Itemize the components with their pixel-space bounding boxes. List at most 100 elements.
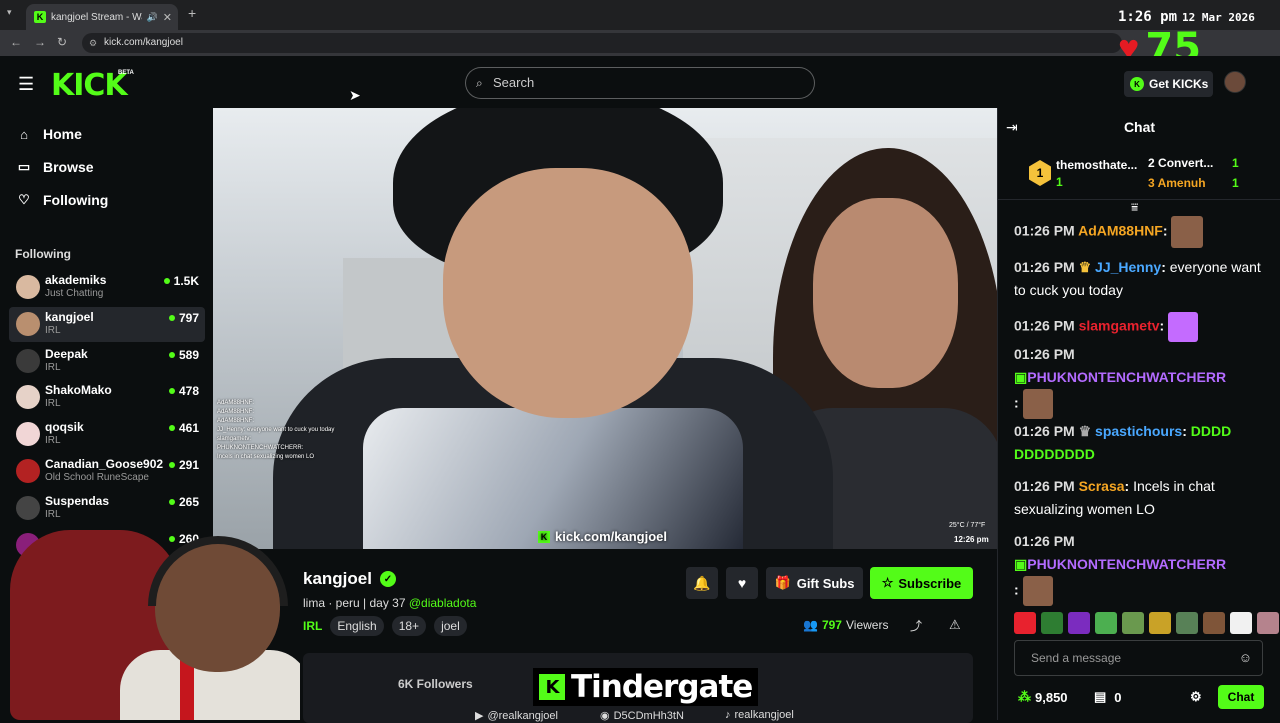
emote-icon[interactable] [1176, 612, 1198, 634]
emote-icon [1022, 389, 1053, 419]
tag[interactable]: 18+ [391, 616, 427, 636]
viewer-count: 1.5K [163, 274, 199, 288]
menu-icon[interactable]: ☰ [18, 74, 34, 95]
message-user[interactable]: AdAM88HNF [1078, 223, 1163, 239]
rank-badge: 1 [1029, 160, 1051, 186]
kicks-balance-value: 9,850 [1035, 689, 1068, 705]
notification-button[interactable]: 🔔 [686, 567, 718, 599]
live-dot-icon [168, 351, 175, 358]
message-user[interactable]: spastichours [1095, 423, 1182, 439]
emote-icon[interactable] [1203, 612, 1225, 634]
share-icon[interactable]: ⤴ [910, 617, 922, 634]
leader-top-user[interactable]: themosthate... [1056, 158, 1137, 172]
viewer-count: 589 [168, 348, 199, 362]
video-man-jersey [363, 408, 743, 549]
stream-title-mention[interactable]: @diabladota [409, 596, 477, 610]
leader-third[interactable]: 3 Amenuh [1148, 176, 1206, 190]
emote-icon[interactable] [1122, 612, 1144, 634]
reload-icon[interactable]: ↻ [57, 35, 67, 49]
social-youtube[interactable]: ▶ @realkangjoel [475, 709, 558, 723]
search-placeholder: Search [493, 75, 535, 90]
overlay-chat-line: PHUKNONTENCHWATCHERR: [217, 445, 304, 451]
message-time: 01:26 PM [1014, 222, 1075, 239]
collapse-chat-icon[interactable]: ⇥ [1006, 119, 1018, 136]
get-kicks-button[interactable]: K Get KICKs [1124, 71, 1213, 97]
channel-name[interactable]: kangjoel ✓ [303, 569, 396, 589]
avatar [16, 422, 40, 447]
leader-second[interactable]: 2 Convert... [1148, 156, 1213, 170]
clock-date: 12 Mar 2026 [1182, 11, 1255, 24]
site-info-icon[interactable]: ⚙ [89, 33, 97, 53]
tag[interactable]: joel [434, 616, 467, 636]
emote-icon[interactable] [1068, 612, 1090, 634]
tab-audio-icon[interactable]: 🔊 [147, 12, 158, 23]
emote-icon[interactable] [1149, 612, 1171, 634]
kicks-balance[interactable]: ⁂ 9,850 [1018, 689, 1068, 705]
video-player[interactable]: AdAM88HNF: AdAM88HNF: AdAM88HNF: JJ_Henn… [213, 108, 997, 549]
user-avatar[interactable] [1224, 71, 1246, 93]
emote-icon[interactable] [1257, 612, 1279, 634]
message-user[interactable]: JJ_Henny [1095, 259, 1161, 275]
report-icon[interactable]: ⚠ [949, 617, 961, 633]
back-icon[interactable]: ← [10, 35, 22, 49]
browse-icon: ▭ [17, 159, 31, 174]
message-user[interactable]: Scrasa [1079, 478, 1125, 494]
get-kicks-label: Get KICKs [1149, 77, 1209, 91]
kick-favicon-icon: K [34, 11, 46, 23]
viewer-count: 291 [168, 458, 199, 472]
emote-icon[interactable] [1041, 612, 1063, 634]
emote-icon[interactable] [1014, 612, 1036, 634]
emote-icon[interactable] [1230, 612, 1252, 634]
nav-following[interactable]: ♡ Following [17, 192, 108, 208]
gift-subs-button[interactable]: 🎁 Gift Subs [766, 567, 863, 599]
emote-icon[interactable] [1095, 612, 1117, 634]
new-tab-button[interactable]: + [188, 5, 196, 21]
kick-logo[interactable]: KICK [51, 68, 128, 103]
channel-category: IRL [45, 324, 61, 336]
message-user[interactable]: slamgametv [1079, 318, 1160, 334]
chat-title: Chat [1123, 119, 1156, 135]
sidebar-channel-canadian_goose902[interactable]: Canadian_Goose902 Old School RuneScape 291 [9, 454, 205, 489]
message-user[interactable]: PHUKNONTENCHWATCHERR [1027, 556, 1226, 572]
message-user[interactable]: PHUKNONTENCHWATCHERR [1027, 369, 1226, 385]
send-chat-button[interactable]: Chat [1218, 685, 1264, 709]
chat-message-input[interactable]: Send a message ☺ [1014, 640, 1263, 676]
url-field[interactable]: ⚙ kick.com/kangjoel [82, 33, 1122, 53]
tag[interactable]: English [330, 616, 384, 636]
live-dot-icon [168, 388, 175, 395]
sidebar-channel-qoqsik[interactable]: qoqsik IRL 461 [9, 417, 205, 452]
tab-search-icon[interactable]: ▾ [7, 7, 12, 18]
sidebar-channel-deepak[interactable]: Deepak IRL 589 [9, 344, 205, 379]
video-time: 12:26 pm [954, 535, 989, 544]
sidebar-channel-shakomako[interactable]: ShakoMako IRL 478 [9, 380, 205, 415]
gift-icon: ▤ [1094, 689, 1107, 704]
video-watermark: K kick.com/kangjoel [538, 529, 667, 544]
sidebar-channel-kangjoel[interactable]: kangjoel IRL 797 [9, 306, 205, 342]
browser-tab[interactable]: K kangjoel Stream - Watch Li 🔊 ✕ [26, 4, 178, 30]
overlay-chat-line: slamgametv: [217, 436, 252, 442]
channel-category: IRL [45, 398, 61, 410]
emoji-icon[interactable]: ☺ [1239, 641, 1252, 675]
nav-home[interactable]: ⌂ Home [17, 126, 82, 142]
heart-icon: ♥ [737, 575, 747, 591]
gift-balance[interactable]: ▤ 0 [1094, 689, 1122, 705]
tab-close-icon[interactable]: ✕ [163, 11, 172, 24]
chat-input-placeholder: Send a message [1031, 651, 1122, 665]
avatar [16, 459, 40, 483]
avatar [16, 275, 40, 299]
bell-icon: 🔔 [693, 574, 711, 591]
social-tiktok[interactable]: ♪ realkangjoel [725, 709, 794, 721]
forward-icon[interactable]: → [34, 35, 46, 49]
subscribe-button[interactable]: ☆ Subscribe [870, 567, 973, 599]
search-input[interactable]: ⌕ Search [465, 67, 815, 99]
pinned-message-icon[interactable]: ⩸ [1131, 200, 1138, 215]
second-count: 1 [1232, 156, 1239, 170]
settings-gear-icon[interactable]: ⚙ [1190, 689, 1202, 705]
category-link[interactable]: IRL [303, 619, 322, 633]
follow-button[interactable]: ♥ [726, 567, 758, 599]
nav-browse[interactable]: ▭ Browse [17, 159, 94, 175]
viewer-count: 797 [168, 311, 199, 325]
social-discord[interactable]: ◉ D5CDmHh3tN [600, 709, 684, 723]
sidebar-channel-akademiks[interactable]: akademiks Just Chatting 1.5K [9, 270, 205, 305]
address-bar: ← → ↻ ⚙ kick.com/kangjoel ⋮ [0, 30, 1280, 79]
